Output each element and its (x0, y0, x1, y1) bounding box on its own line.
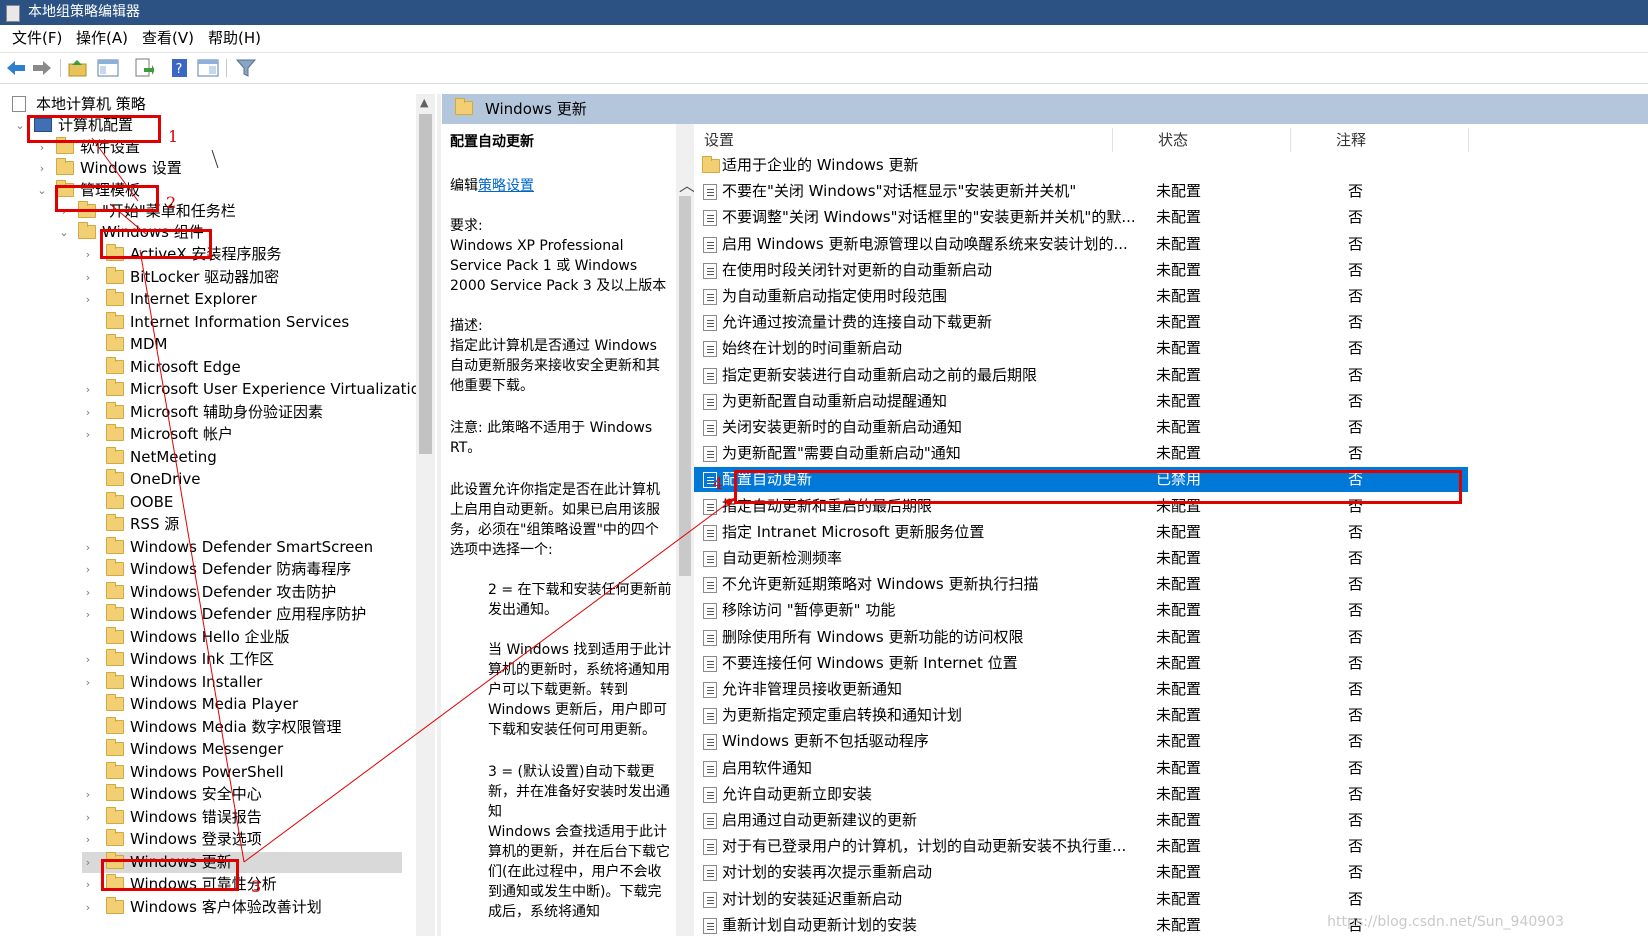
watermark: https://blog.csdn.net/Sun_940903 (1327, 914, 1564, 930)
annotation-number-3: 3 (251, 877, 262, 896)
annotation-number-1: 1 (168, 127, 179, 146)
annotation-box-1 (27, 115, 161, 143)
annotation-box-2 (55, 185, 159, 212)
annotation-box-windows-components (100, 229, 212, 259)
annotation-number-2: 2 (166, 193, 177, 212)
annotation-box-4 (734, 470, 1462, 504)
annotation-arrows (91, 137, 735, 863)
annotation-box-3 (101, 859, 239, 891)
annotation-number-4: 4 (713, 474, 724, 493)
